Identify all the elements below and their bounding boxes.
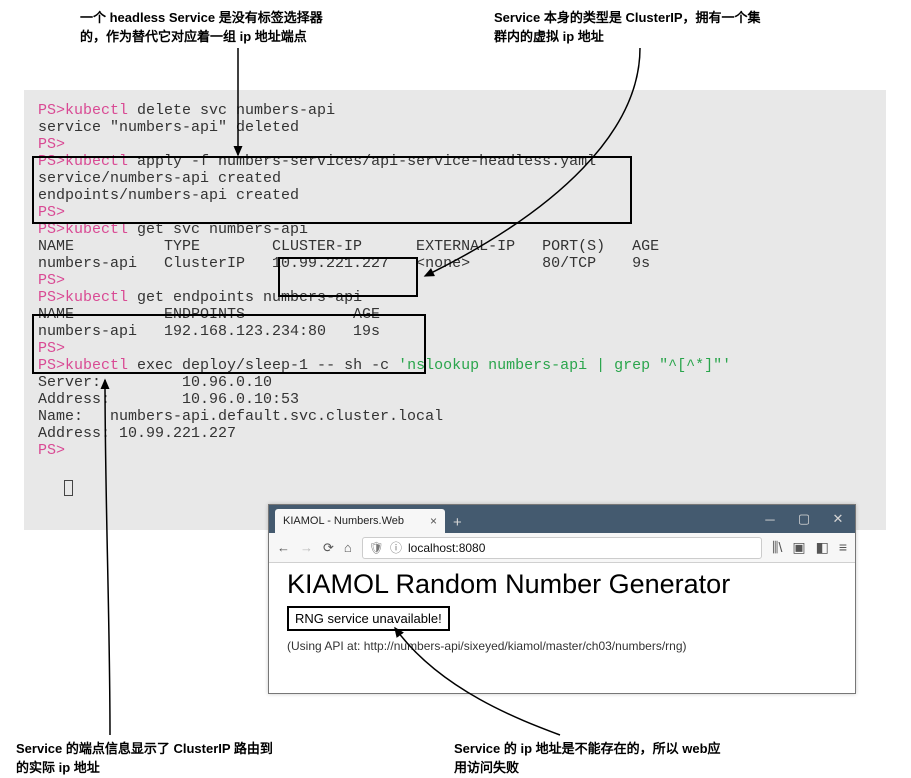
maximize-icon[interactable]: ▢ xyxy=(787,505,821,533)
browser-tab[interactable]: KIAMOL - Numbers.Web × xyxy=(275,509,445,533)
library-icon[interactable]: ⫼\ xyxy=(772,539,782,556)
back-icon[interactable]: ← xyxy=(277,540,290,555)
minimize-icon[interactable]: － xyxy=(753,505,787,533)
shield-icon: 🛡 xyxy=(369,541,384,555)
api-info-line: (Using API at: http://numbers-api/sixeye… xyxy=(287,639,837,653)
account-icon[interactable]: ▣ xyxy=(792,539,805,556)
browser-toolbar: ← → ⟳ ⌂ 🛡 ⓘ localhost:8080 ⫼\ ▣ ◧ ≡ xyxy=(269,533,855,563)
home-icon[interactable]: ⌂ xyxy=(344,540,352,555)
info-icon: ⓘ xyxy=(390,539,402,556)
protections-icon[interactable]: ◧ xyxy=(816,539,829,556)
tab-title: KIAMOL - Numbers.Web xyxy=(283,515,404,527)
new-tab-button[interactable]: + xyxy=(445,514,470,533)
label-top-left: 一个 headless Service 是没有标签选择器的，作为替代它对应着一组… xyxy=(80,9,390,47)
close-tab-icon[interactable]: × xyxy=(430,514,437,528)
page-title: KIAMOL Random Number Generator xyxy=(287,569,837,600)
browser-content: KIAMOL Random Number Generator RNG servi… xyxy=(269,563,855,659)
reload-icon[interactable]: ⟳ xyxy=(323,540,334,556)
browser-tabbar: KIAMOL - Numbers.Web × + － ▢ ✕ xyxy=(269,505,855,533)
terminal-cursor xyxy=(64,480,73,496)
label-top-right: Service 本身的类型是 ClusterIP，拥有一个集群内的虚拟 ip 地… xyxy=(494,9,824,47)
close-window-icon[interactable]: ✕ xyxy=(821,505,855,533)
terminal-output: PS>kubectl delete svc numbers-api servic… xyxy=(24,90,886,530)
forward-icon[interactable]: → xyxy=(300,540,313,555)
url-text: localhost:8080 xyxy=(408,541,485,555)
label-bottom-left: Service 的端点信息显示了 ClusterIP 路由到的实际 ip 地址 xyxy=(16,740,336,778)
address-bar[interactable]: 🛡 ⓘ localhost:8080 xyxy=(362,537,762,559)
menu-icon[interactable]: ≡ xyxy=(839,539,847,556)
browser-window: KIAMOL - Numbers.Web × + － ▢ ✕ ← → ⟳ ⌂ 🛡… xyxy=(268,504,856,694)
label-bottom-right: Service 的 ip 地址是不能存在的，所以 web应用访问失败 xyxy=(454,740,774,778)
rng-status-box: RNG service unavailable! xyxy=(287,606,450,631)
